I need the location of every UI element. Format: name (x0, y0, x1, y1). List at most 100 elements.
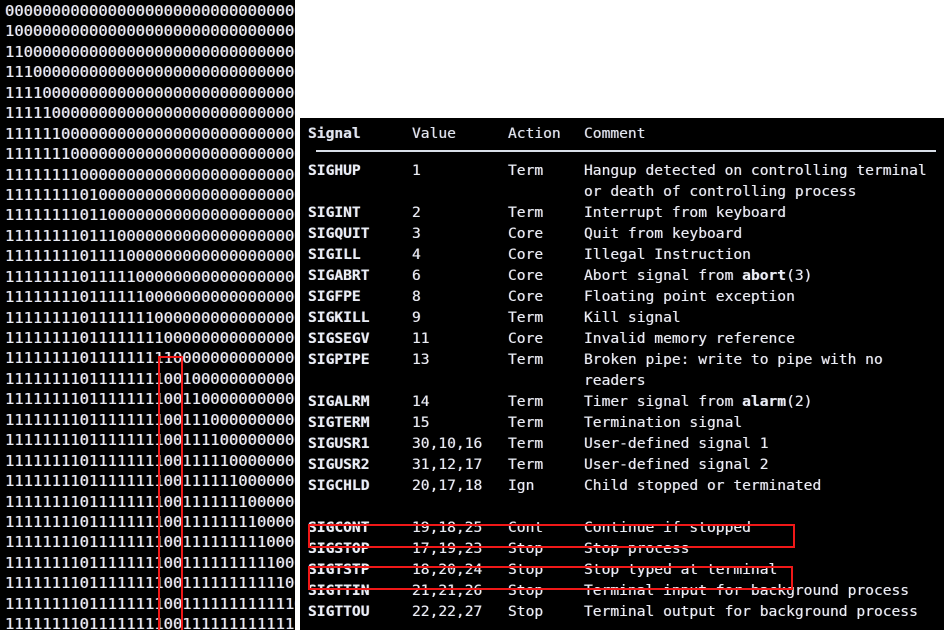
binary-output-panel: 00000000000000000000000000000000 10000000… (0, 0, 295, 630)
table-row[interactable]: SIGTTIN 21,21,26 Stop Terminal input for ba… (308, 580, 944, 601)
table-row[interactable]: SIGCONT 19,18,25 Cont Continue if stopped (308, 517, 944, 538)
cell-action: Stop (508, 582, 544, 599)
table-row[interactable]: SIGTERM 15 Term Termination signal (308, 412, 944, 433)
cell-value: 4 (412, 246, 421, 263)
cell-action: Term (508, 393, 544, 410)
table-row[interactable]: SIGUSR1 30,10,16 Term User-defined signal 1 (308, 433, 944, 454)
cell-signal: SIGSTOP (308, 540, 370, 557)
cell-signal: SIGALRM (308, 393, 370, 410)
binary-line: 00000000000000000000000000000000 (5, 2, 295, 20)
table-row[interactable]: SIGTSTP 18,20,24 Stop Stop typed at termina… (308, 559, 944, 580)
cell-value: 31,12,17 (412, 456, 483, 473)
binary-line: 11111111011111111001111111111110 (5, 594, 295, 613)
cell-signal: SIGTERM (308, 414, 370, 431)
cell-action: Term (508, 456, 544, 473)
cell-signal: SIGCONT (308, 519, 370, 536)
cell-signal: SIGUSR2 (308, 456, 370, 473)
cell-value: 13 (412, 351, 430, 368)
column-header-signal: Signal (308, 125, 361, 142)
cell-signal: SIGCHLD (308, 477, 370, 494)
table-row[interactable]: SIGKILL 9 Term Kill signal (308, 307, 944, 328)
binary-line: 11111111011000000000000000000000 (5, 206, 295, 225)
cell-action: Ign (508, 477, 535, 494)
cell-action: Core (508, 246, 544, 263)
cell-signal: SIGTTIN (308, 582, 370, 599)
cell-comment: Continue if stopped (584, 519, 751, 536)
binary-line: 11111111010000000000000000000000 (5, 185, 295, 204)
table-row[interactable]: SIGINT 2 Term Interrupt from keyboard (308, 202, 944, 223)
cell-value: 18,20,24 (412, 561, 483, 578)
binary-line: 11111111011111111001110000000000 (5, 410, 295, 429)
cell-action: Core (508, 288, 544, 305)
table-row[interactable]: SIGUSR2 31,12,17 Term User-defined signal 2 (308, 454, 944, 475)
cell-value: 15 (412, 414, 430, 431)
table-row[interactable]: SIGHUP 1 Term Hangup detected on controllin… (308, 160, 944, 202)
cell-signal: SIGFPE (308, 288, 361, 305)
cell-comment: Terminal input for background process (584, 582, 910, 599)
table-row[interactable]: SIGCHLD 20,17,18 Ign Child stopped or termi… (308, 475, 944, 496)
table-row[interactable]: SIGALRM 14 Term Timer signal from alarm(2) (308, 391, 944, 412)
table-row[interactable]: SIGILL 4 Core Illegal Instruction (308, 244, 944, 265)
binary-line: 11111111011111111001100000000000 (5, 390, 295, 409)
table-row[interactable]: SIGSEGV 11 Core Invalid memory reference (308, 328, 944, 349)
table-row[interactable]: SIGSTOP 17,19,23 Stop Stop process (308, 538, 944, 559)
cell-value: 17,19,23 (412, 540, 483, 557)
binary-line: 11111111011111111001111111000000 (5, 492, 295, 511)
cell-comment: Kill signal (584, 309, 681, 326)
binary-line: 11111111011111110000000000000000 (5, 308, 295, 327)
cell-value: 21,21,26 (412, 582, 483, 599)
cell-value: 8 (412, 288, 421, 305)
binary-line: 11100000000000000000000000000000 (5, 63, 295, 82)
table-header-row: Signal Value Action Comment (308, 123, 944, 144)
cell-signal: SIGTTOU (308, 603, 370, 620)
binary-line: 11111111011111100000000000000000 (5, 288, 295, 307)
cell-value: 6 (412, 267, 421, 284)
cell-action: Cont (508, 519, 544, 536)
cell-value: 1 (412, 162, 421, 179)
signal-table: Signal Value Action Comment SIGHUP 1 Term H… (308, 123, 944, 620)
cell-signal: SIGSEGV (308, 330, 370, 347)
cell-value: 14 (412, 393, 430, 410)
binary-line: 11111111011111111001111110000000 (5, 472, 295, 491)
cell-value: 3 (412, 225, 421, 242)
cell-action: Stop (508, 540, 544, 557)
table-row[interactable]: SIGTTOU 22,22,27 Stop Terminal output for b… (308, 601, 944, 622)
binary-line: 11111111011111111001000000000000 (5, 369, 295, 388)
binary-line: 11111111011100000000000000000000 (5, 226, 295, 245)
binary-line: 11111111011111111001111111111111 (5, 615, 295, 630)
cell-action: Core (508, 225, 544, 242)
cell-signal: SIGQUIT (308, 225, 370, 242)
cell-action: Term (508, 435, 544, 452)
cell-signal: SIGTSTP (308, 561, 370, 578)
cell-signal: SIGKILL (308, 309, 370, 326)
cell-action: Term (508, 309, 544, 326)
binary-line: 11111000000000000000000000000000 (5, 104, 295, 123)
cell-action: Stop (508, 603, 544, 620)
cell-comment: Termination signal (584, 414, 743, 431)
row-spacer (308, 496, 944, 517)
cell-comment: Floating point exception (584, 288, 795, 305)
cell-signal: SIGPIPE (308, 351, 370, 368)
cell-comment: Timer signal from alarm(2) (584, 393, 813, 410)
binary-line: 11111111011111111001111000000000 (5, 431, 295, 450)
binary-line: 11111111011111111001111111111100 (5, 574, 295, 593)
binary-line: 11111110000000000000000000000000 (5, 145, 295, 164)
cell-value: 2 (412, 204, 421, 221)
binary-lines-container: 00000000000000000000000000000000 10000000… (5, 1, 295, 630)
table-row[interactable]: SIGQUIT 3 Core Quit from keyboard (308, 223, 944, 244)
binary-line: 11111111011111111100000000000000 (5, 349, 295, 368)
cell-comment: Child stopped or terminated (584, 477, 822, 494)
table-row[interactable]: SIGFPE 8 Core Floating point exception (308, 286, 944, 307)
binary-line: 11110000000000000000000000000000 (5, 83, 295, 102)
cell-comment: Broken pipe: write to pipe with no reade… (584, 351, 892, 389)
binary-line: 10000000000000000000000000000000 (5, 22, 295, 41)
cell-signal: SIGINT (308, 204, 361, 221)
inline-bold-term: alarm (742, 393, 787, 410)
cell-action: Core (508, 267, 544, 284)
cell-comment: Interrupt from keyboard (584, 204, 787, 221)
cell-signal: SIGHUP (308, 162, 361, 179)
table-row[interactable]: SIGABRT 6 Core Abort signal from abort(3) (308, 265, 944, 286)
column-header-action: Action (508, 125, 561, 142)
cell-comment: User-defined signal 2 (584, 456, 769, 473)
table-row[interactable]: SIGPIPE 13 Term Broken pipe: write to pipe … (308, 349, 944, 391)
